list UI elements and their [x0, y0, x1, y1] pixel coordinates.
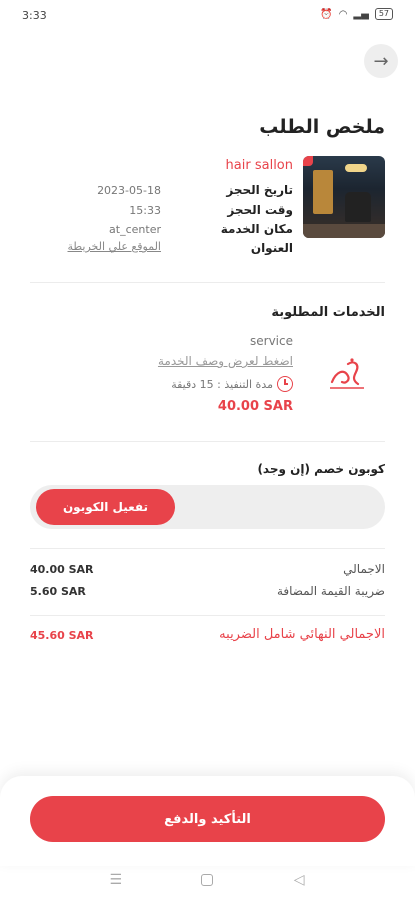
coupon-title: كوبون خصم (إن وجد)	[257, 462, 385, 476]
grand-total-label: الاجمالي النهائي شامل الضريبه	[219, 627, 385, 642]
back-button[interactable]: →	[364, 44, 398, 78]
coupon-input[interactable]	[210, 485, 380, 529]
confirm-and-pay-button[interactable]: التأكيد والدفع	[30, 796, 385, 842]
map-location-link[interactable]: الموقع علي الخريطة	[68, 240, 162, 253]
service-description-link[interactable]: اضغط لعرض وصف الخدمة	[158, 354, 293, 368]
alarm-icon: ⏰	[320, 8, 333, 20]
status-time: 3:33	[22, 9, 47, 22]
total-value: 40.00 SAR	[30, 563, 94, 576]
booking-time-label: وقت الحجز	[227, 203, 293, 217]
system-nav-bar: ☰ ◁	[0, 860, 415, 900]
vat-value: 5.60 SAR	[30, 585, 86, 598]
divider	[30, 615, 385, 616]
divider	[30, 441, 385, 442]
service-place-value: at_center	[109, 223, 161, 236]
status-icons: ⏰ ◠ ▂▄ 57	[320, 8, 393, 20]
salon-name: hair sallon	[225, 158, 293, 173]
coupon-box: تفعيل الكوبون	[30, 485, 385, 529]
duration-text: مدة التنفيذ : 15 دقيقة	[171, 377, 273, 391]
salon-image	[303, 156, 385, 238]
activate-coupon-button[interactable]: تفعيل الكوبون	[36, 489, 175, 525]
services-title: الخدمات المطلوبة	[271, 305, 385, 320]
duration-row: مدة التنفيذ : 15 دقيقة	[171, 376, 293, 392]
back-triangle-icon[interactable]: ◁	[284, 865, 314, 895]
menu-icon[interactable]: ☰	[101, 865, 131, 895]
page-title: ملخص الطلب	[259, 116, 385, 138]
signal-icon: ▂▄	[353, 8, 369, 20]
divider	[30, 282, 385, 283]
total-label: الاجمالي	[343, 562, 385, 576]
vat-label: ضريبة القيمة المضافة	[276, 584, 385, 598]
wifi-icon: ◠	[338, 8, 348, 20]
booking-date-label: تاريخ الحجز	[226, 183, 293, 197]
divider	[30, 548, 385, 549]
booking-time-value: 15:33	[129, 204, 161, 217]
home-icon[interactable]	[192, 865, 222, 895]
service-place-label: مكان الخدمة	[220, 222, 293, 236]
service-name: service	[250, 334, 293, 348]
booking-date-value: 2023-05-18	[97, 184, 161, 197]
address-label: العنوان	[250, 241, 293, 255]
grand-total-value: 45.60 SAR	[30, 629, 94, 642]
status-bar: 3:33 ⏰ ◠ ▂▄ 57	[0, 0, 415, 28]
service-price: 40.00 SAR	[217, 399, 293, 414]
service-logo-icon	[330, 358, 364, 389]
arrow-right-icon: →	[373, 50, 389, 72]
clock-icon	[277, 376, 293, 392]
battery-icon: 57	[374, 8, 393, 20]
